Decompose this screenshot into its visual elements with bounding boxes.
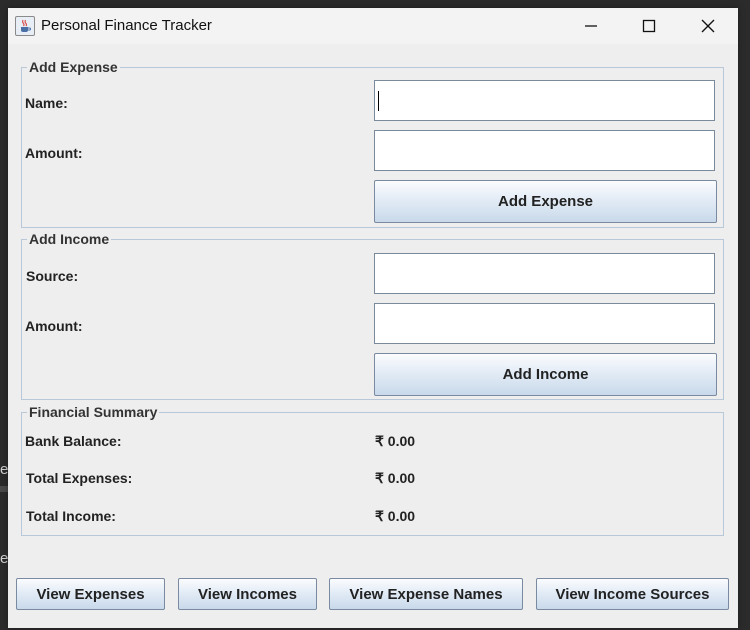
maximize-icon <box>642 19 656 33</box>
background-divider <box>0 486 8 492</box>
total-income-label: Total Income: <box>26 508 116 524</box>
income-source-field[interactable] <box>374 253 715 294</box>
bank-balance-label: Bank Balance: <box>25 433 122 449</box>
java-coffee-icon <box>15 16 35 36</box>
total-income-value: ₹ 0.00 <box>375 508 416 524</box>
minimize-icon <box>585 25 597 27</box>
minimize-button[interactable] <box>562 8 620 44</box>
income-amount-field[interactable] <box>374 303 715 344</box>
expense-amount-label: Amount: <box>25 145 83 161</box>
window-title: Personal Finance Tracker <box>41 17 212 34</box>
add-income-panel: Add Income Source: Amount: Add Income <box>21 231 724 400</box>
financial-summary-section-title: Financial Summary <box>27 404 160 420</box>
income-amount-label: Amount: <box>25 318 83 334</box>
total-expenses-value: ₹ 0.00 <box>375 470 416 486</box>
close-icon <box>701 19 715 33</box>
text-caret <box>378 91 379 111</box>
expense-name-label: Name: <box>25 95 68 111</box>
view-income-sources-button[interactable]: View Income Sources <box>536 578 729 610</box>
add-expense-panel: Add Expense Name: Amount: Add Expense <box>21 59 724 228</box>
bank-balance-value: ₹ 0.00 <box>375 433 416 449</box>
add-expense-section-title: Add Expense <box>27 59 120 75</box>
expense-name-field[interactable] <box>374 80 715 121</box>
financial-summary-panel: Financial Summary Bank Balance: ₹ 0.00 T… <box>21 404 724 536</box>
income-source-label: Source: <box>26 268 79 284</box>
title-bar[interactable]: Personal Finance Tracker <box>8 8 738 44</box>
view-expense-names-button[interactable]: View Expense Names <box>329 578 523 610</box>
app-window: Personal Finance Tracker Add Expense Nam… <box>8 8 738 628</box>
close-button[interactable] <box>679 8 737 44</box>
maximize-button[interactable] <box>620 8 678 44</box>
view-expenses-button[interactable]: View Expenses <box>16 578 165 610</box>
add-income-button[interactable]: Add Income <box>374 353 717 396</box>
expense-amount-field[interactable] <box>374 130 715 171</box>
add-income-section-title: Add Income <box>27 231 112 247</box>
total-expenses-label: Total Expenses: <box>26 470 133 486</box>
add-expense-button[interactable]: Add Expense <box>374 180 717 223</box>
view-incomes-button[interactable]: View Incomes <box>178 578 317 610</box>
